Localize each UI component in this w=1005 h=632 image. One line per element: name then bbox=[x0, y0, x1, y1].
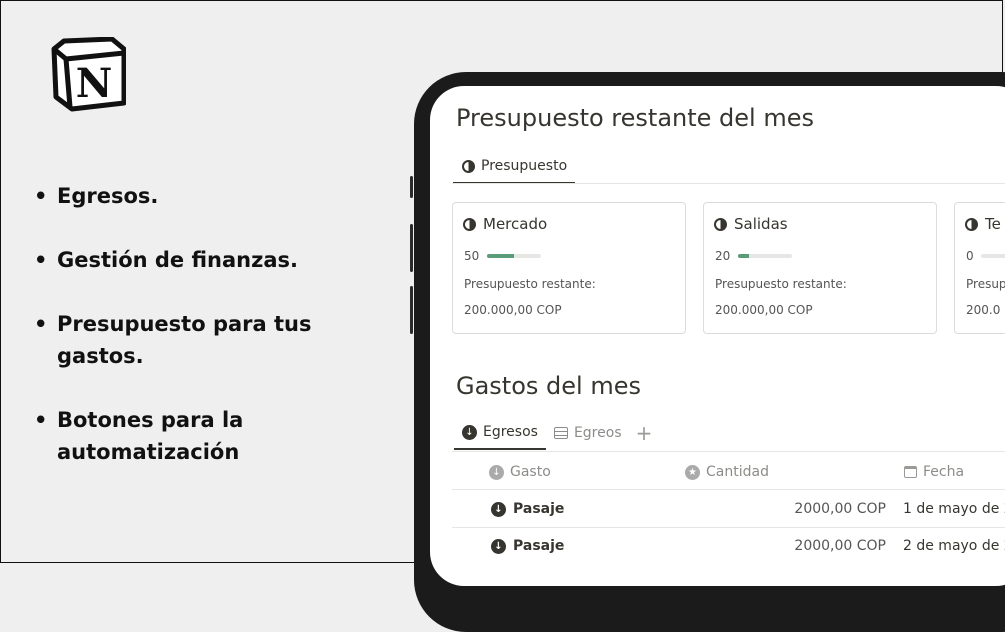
divider bbox=[452, 183, 1005, 184]
budget-label: Presupuesto restante: bbox=[464, 277, 596, 291]
tablet-side-button bbox=[410, 176, 413, 198]
tablet-screen: Presupuesto restante del mes Presupuesto… bbox=[430, 86, 1005, 586]
tab-egresos[interactable]: ↓ Egresos bbox=[454, 416, 546, 450]
pie-icon bbox=[462, 159, 475, 173]
pie-icon bbox=[965, 217, 978, 231]
arrow-down-circle-icon: ↓ bbox=[462, 424, 477, 440]
star-icon: ★ bbox=[685, 464, 700, 480]
divider bbox=[452, 489, 1005, 490]
budget-value: 20 bbox=[715, 249, 731, 263]
notion-logo-icon: N bbox=[51, 37, 126, 112]
tab-egreos[interactable]: Egreos bbox=[546, 416, 630, 450]
budget-amount: 200.000,00 COP bbox=[464, 303, 562, 317]
arrow-down-circle-icon: ↓ bbox=[489, 464, 504, 480]
cell-fecha: 1 de mayo de 2 bbox=[903, 501, 1005, 517]
column-fecha[interactable]: Fecha bbox=[904, 464, 964, 480]
cell-fecha: 2 de mayo de 2 bbox=[903, 538, 1005, 554]
feature-item: Botones para la automatización bbox=[32, 404, 362, 468]
table-header: ↓ Gasto ★ Cantidad Fecha bbox=[452, 458, 1005, 486]
table-row[interactable]: ↓ Pasaje 2000,00 COP 1 de mayo de 2 bbox=[452, 491, 1005, 527]
divider bbox=[452, 451, 1005, 452]
feature-item: Gestión de finanzas. bbox=[32, 244, 298, 276]
cell-cantidad: 2000,00 COP bbox=[794, 538, 886, 554]
budget-tabs: Presupuesto bbox=[453, 150, 576, 184]
budget-value: 50 bbox=[464, 249, 480, 263]
arrow-down-circle-icon: ↓ bbox=[491, 501, 506, 517]
add-view-icon[interactable]: + bbox=[630, 416, 653, 450]
calendar-icon bbox=[904, 466, 917, 478]
column-cantidad[interactable]: ★ Cantidad bbox=[685, 464, 769, 480]
tablet-side-button bbox=[410, 286, 413, 334]
pie-icon bbox=[714, 217, 727, 231]
pie-icon bbox=[463, 217, 476, 231]
budget-amount: 200.000,00 COP bbox=[715, 303, 813, 317]
svg-text:N: N bbox=[76, 60, 113, 107]
table-row[interactable]: ↓ Pasaje 2000,00 COP 2 de mayo de 2 bbox=[452, 528, 1005, 564]
budget-card-partial[interactable]: Te 0 Presup 200.0 bbox=[954, 202, 1005, 334]
table-icon bbox=[553, 427, 568, 439]
budget-label: Presup bbox=[966, 277, 1005, 291]
feature-item: Egresos. bbox=[32, 180, 158, 212]
column-gasto[interactable]: ↓ Gasto bbox=[489, 464, 551, 480]
tab-presupuesto[interactable]: Presupuesto bbox=[453, 150, 576, 184]
budget-label: Presupuesto restante: bbox=[715, 277, 847, 291]
progress-bar bbox=[738, 254, 792, 258]
expenses-tabs: ↓ Egresos Egreos + bbox=[454, 416, 652, 450]
budget-value: 0 bbox=[966, 249, 974, 263]
cell-cantidad: 2000,00 COP bbox=[794, 501, 886, 517]
budget-heading: Presupuesto restante del mes bbox=[456, 104, 814, 132]
feature-item: Presupuesto para tus gastos. bbox=[32, 308, 362, 372]
budget-card-mercado[interactable]: Mercado 50 Presupuesto restante: 200.000… bbox=[452, 202, 686, 334]
progress-bar bbox=[487, 254, 541, 258]
expenses-heading: Gastos del mes bbox=[456, 372, 641, 400]
tablet-side-button bbox=[410, 224, 413, 272]
progress-bar bbox=[981, 254, 1005, 258]
arrow-down-circle-icon: ↓ bbox=[491, 538, 506, 554]
budget-card-salidas[interactable]: Salidas 20 Presupuesto restante: 200.000… bbox=[703, 202, 937, 334]
budget-amount: 200.0 bbox=[966, 303, 1001, 317]
